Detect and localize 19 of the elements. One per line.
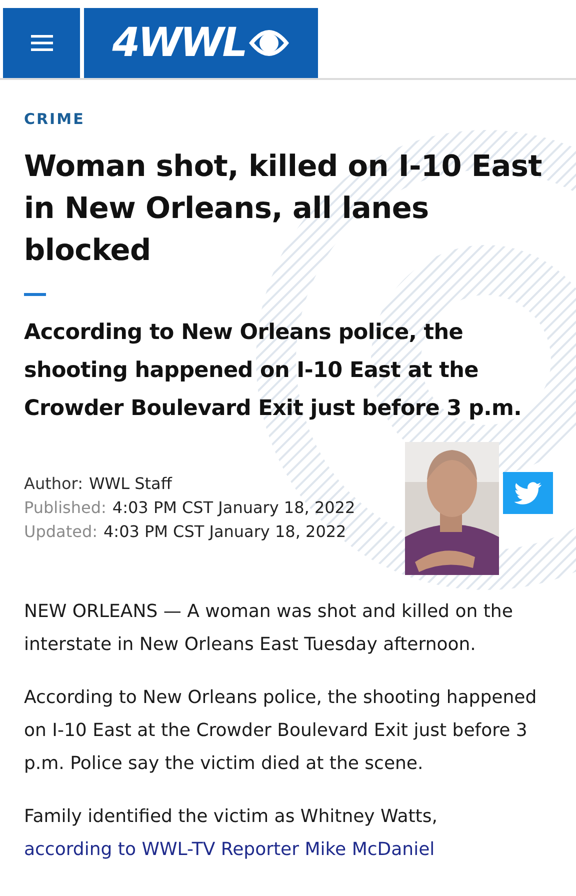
body-paragraph: NEW ORLEANS — A woman was shot and killed on the interstate in New Orleans East Tuesday afternoon. (24, 600, 514, 657)
category-label[interactable]: CRIME (24, 110, 552, 128)
twitter-share-button[interactable] (503, 472, 553, 514)
byline-label: Updated: (24, 522, 98, 541)
menu-icon (30, 35, 52, 51)
body-paragraph: According to New Orleans police, the shooting happened on I-10 East at the Crowder Boulevard Exit just before 3 p.m. Police say the victim died at the scene. (24, 686, 538, 776)
byline-value: WWL Staff (88, 474, 172, 493)
body-paragraph: Family identified the victim as Whitney Watts, (24, 806, 438, 827)
reporter-link[interactable]: according to WWL-TV Reporter Mike McDaniel (24, 833, 552, 866)
byline-label: Published: (24, 498, 106, 517)
bird-icon (514, 482, 542, 504)
article-headline: Woman shot, killed on I-10 East in New Orleans, all lanes blocked (24, 148, 543, 269)
byline-label: Author: (24, 474, 83, 493)
byline-value: 4:03 PM CST January 18, 2022 (112, 498, 356, 517)
menu-button[interactable] (3, 8, 80, 78)
article-summary: According to New Orleans police, the shooting happened on I-10 East at the Crowder Boulevard Exit just before 3 p.m. (24, 319, 522, 423)
eye-icon (248, 27, 290, 59)
site-logo[interactable]: 4WWL (84, 8, 318, 78)
byline-value: 4:03 PM CST January 18, 2022 (104, 522, 346, 541)
